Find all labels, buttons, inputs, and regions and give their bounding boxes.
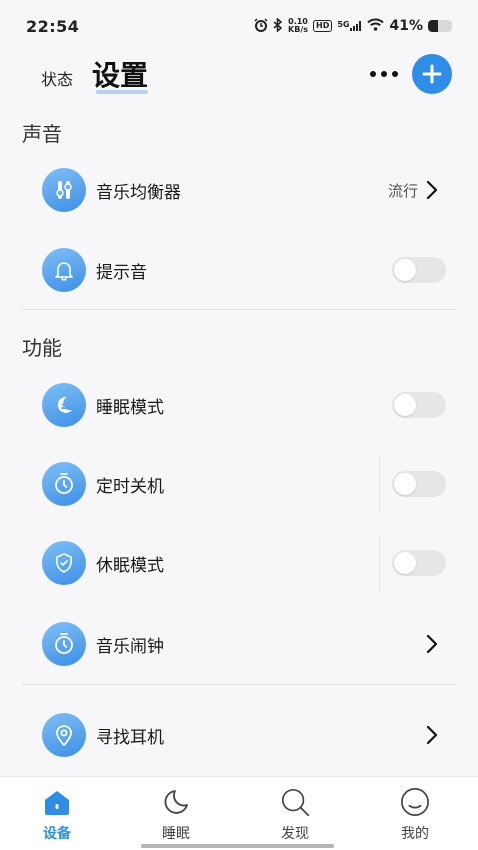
wifi-icon [367,18,385,34]
status-time: 22:54 [26,16,80,36]
section-title-sound: 声音 [22,122,62,146]
nav-item-discover[interactable]: 发现 [255,787,335,843]
alarm-clock-icon [254,17,268,35]
timer-icon [42,462,86,506]
equalizer-value: 流行 [387,181,418,200]
more-options-button[interactable] [366,62,402,86]
active-tab-indicator [96,90,148,94]
battery-percent: 41% [389,18,423,34]
prompt-tone-toggle[interactable] [392,257,446,283]
chevron-right-icon [426,725,438,745]
svg-text:z: z [61,402,66,412]
shield-icon [42,541,86,585]
moon-icon [161,787,191,817]
row-label: 寻找耳机 [96,727,164,748]
toggle-knob [394,473,416,495]
row-label: 音乐均衡器 [96,182,181,203]
tab-settings[interactable]: 设置 [92,54,148,94]
divider [22,684,456,685]
nav-label: 睡眠 [162,826,190,842]
bluetooth-icon [273,16,283,35]
home-icon [42,787,72,817]
more-dot-icon [370,71,376,77]
row-label: 提示音 [96,262,147,283]
row-find-earphones[interactable]: 寻找耳机 [22,707,456,763]
hibernate-mode-toggle[interactable] [392,550,446,576]
more-dot-icon [392,71,398,77]
alarm-icon [42,622,86,666]
toggle-knob [394,394,416,416]
sleep-mode-toggle[interactable] [392,392,446,418]
equalizer-icon [42,168,86,212]
timer-off-toggle[interactable] [392,471,446,497]
row-label: 定时关机 [96,476,164,497]
tab-status[interactable]: 状态 [41,66,73,90]
search-icon [280,787,310,817]
nav-item-sleep[interactable]: 睡眠 [136,787,216,843]
network-speed: 0.10 KB/s [288,17,308,34]
toggle-knob [394,259,416,281]
moon-icon: z [42,383,86,427]
battery-icon [428,20,452,32]
row-music-alarm[interactable]: 音乐闹钟 [22,616,456,672]
cellular-signal-icon: 5G [337,21,362,31]
add-device-button[interactable] [412,54,452,94]
row-equalizer[interactable]: 音乐均衡器 流行 [22,162,456,218]
divider [379,535,380,591]
hd-badge: HD [313,20,333,32]
battery-fill [428,20,438,32]
location-icon [42,713,86,757]
toggle-knob [394,552,416,574]
row-timer-off: 定时关机 [22,456,456,512]
chevron-right-icon [426,180,438,200]
header: 状态 设置 [0,52,478,100]
nav-label: 我的 [401,826,429,842]
plus-icon [422,64,442,84]
row-label: 休眠模式 [96,555,164,576]
row-hibernate-mode: 休眠模式 [22,535,456,591]
section-title-features: 功能 [22,336,62,360]
more-dot-icon [381,71,387,77]
status-bar: 22:54 0.10 KB/s HD 5G 41% [0,0,478,52]
row-label: 音乐闹钟 [96,636,164,657]
home-indicator [141,844,334,848]
chevron-right-icon [426,634,438,654]
nav-item-me[interactable]: 我的 [375,787,455,843]
divider [22,309,456,310]
profile-icon [400,787,430,817]
bottom-nav: 设备 睡眠 发现 我的 [0,776,478,850]
row-sleep-mode: z 睡眠模式 [22,377,456,433]
bell-icon [42,248,86,292]
divider [379,456,380,512]
nav-label: 发现 [281,826,309,842]
nav-item-device[interactable]: 设备 [17,787,97,843]
nav-label: 设备 [43,826,71,842]
row-label: 睡眠模式 [96,397,164,418]
row-prompt-tone: 提示音 [22,242,456,298]
status-icons: 0.10 KB/s HD 5G 41% [254,16,452,35]
